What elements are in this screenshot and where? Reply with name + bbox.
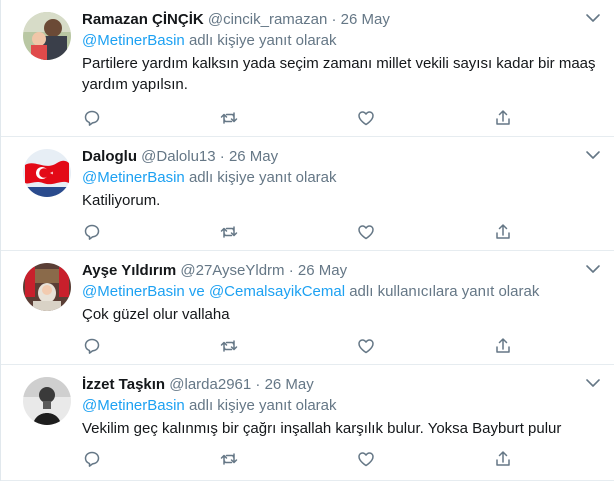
retweet-icon[interactable] [219,108,239,128]
tweet-actions [82,449,522,469]
like-icon[interactable] [356,449,376,469]
reply-mention-link[interactable]: @MetinerBasin ve @CemalsayikCemal [82,283,345,300]
tweet-text: Katiliyorum. [82,192,161,209]
avatar[interactable] [23,377,71,425]
avatar[interactable] [23,149,71,197]
reply-icon[interactable] [82,108,102,128]
reply-mention-link[interactable]: @MetinerBasin [82,397,185,414]
avatar[interactable] [23,263,71,311]
like-icon[interactable] [356,222,376,242]
chevron-down-icon[interactable] [585,377,601,389]
separator: · [288,262,294,279]
chevron-down-icon[interactable] [585,149,601,161]
separator: · [331,11,337,28]
replying-to: @MetinerBasin adlı kişiye yanıt olarak [82,396,599,416]
tweet-header: Daloglu @Dalolu13 · 26 May [82,147,599,167]
tweet-text: Partilere yardım kalksın yada seçim zama… [82,55,596,93]
display-name[interactable]: İzzet Taşkın [82,376,165,393]
reply-icon[interactable] [82,336,102,356]
chevron-down-icon[interactable] [585,12,601,24]
tweet-ramazan[interactable]: Ramazan ÇİNÇİK @cincik_ramazan · 26 May … [1,0,614,137]
like-icon[interactable] [356,336,376,356]
replying-to: @MetinerBasin ve @CemalsayikCemal adlı k… [82,282,599,302]
reply-suffix: adlı kişiye yanıt olarak [188,397,337,414]
share-icon[interactable] [493,336,513,356]
separator: · [255,376,261,393]
reply-mention-link[interactable]: @MetinerBasin [82,32,185,49]
tweet-actions [82,336,522,356]
user-handle[interactable]: @larda2961 [169,376,251,393]
reply-feed: Ramazan ÇİNÇİK @cincik_ramazan · 26 May … [0,0,614,481]
retweet-icon[interactable] [219,222,239,242]
reply-mention-link[interactable]: @MetinerBasin [82,169,185,186]
tweet-header: İzzet Taşkın @larda2961 · 26 May [82,375,599,395]
display-name[interactable]: Ramazan ÇİNÇİK [82,11,204,28]
tweet-header: Ayşe Yıldırım @27AyseYldrm · 26 May [82,261,599,281]
chevron-down-icon[interactable] [585,263,601,275]
display-name[interactable]: Daloglu [82,148,137,165]
share-icon[interactable] [493,449,513,469]
tweet-date[interactable]: 26 May [341,11,390,28]
tweet-header: Ramazan ÇİNÇİK @cincik_ramazan · 26 May [82,10,599,30]
user-handle[interactable]: @cincik_ramazan [208,11,327,28]
display-name[interactable]: Ayşe Yıldırım [82,262,176,279]
tweet-text: Vekilim geç kalınmış bir çağrı inşallah … [82,420,562,437]
tweet-ayse[interactable]: Ayşe Yıldırım @27AyseYldrm · 26 May @Met… [1,251,614,365]
tweet-actions [82,108,522,128]
reply-icon[interactable] [82,222,102,242]
like-icon[interactable] [356,108,376,128]
reply-suffix: adlı kullanıcılara yanıt olarak [349,283,540,300]
replying-to: @MetinerBasin adlı kişiye yanıt olarak [82,31,599,51]
reply-suffix: adlı kişiye yanıt olarak [188,169,337,186]
tweet-date[interactable]: 26 May [265,376,314,393]
user-handle[interactable]: @Dalolu13 [141,148,215,165]
user-handle[interactable]: @27AyseYldrm [180,262,284,279]
share-icon[interactable] [493,222,513,242]
separator: · [219,148,225,165]
reply-suffix: adlı kişiye yanıt olarak [188,32,337,49]
replying-to: @MetinerBasin adlı kişiye yanıt olarak [82,168,599,188]
retweet-icon[interactable] [219,449,239,469]
retweet-icon[interactable] [219,336,239,356]
share-icon[interactable] [493,108,513,128]
reply-icon[interactable] [82,449,102,469]
avatar[interactable] [23,12,71,60]
tweet-date[interactable]: 26 May [298,262,347,279]
tweet-izzet[interactable]: İzzet Taşkın @larda2961 · 26 May @Metine… [1,365,614,481]
tweet-actions [82,222,522,242]
tweet-daloglu[interactable]: Daloglu @Dalolu13 · 26 May @MetinerBasin… [1,137,614,251]
tweet-date[interactable]: 26 May [229,148,278,165]
tweet-text: Çok güzel olur vallaha [82,306,230,323]
